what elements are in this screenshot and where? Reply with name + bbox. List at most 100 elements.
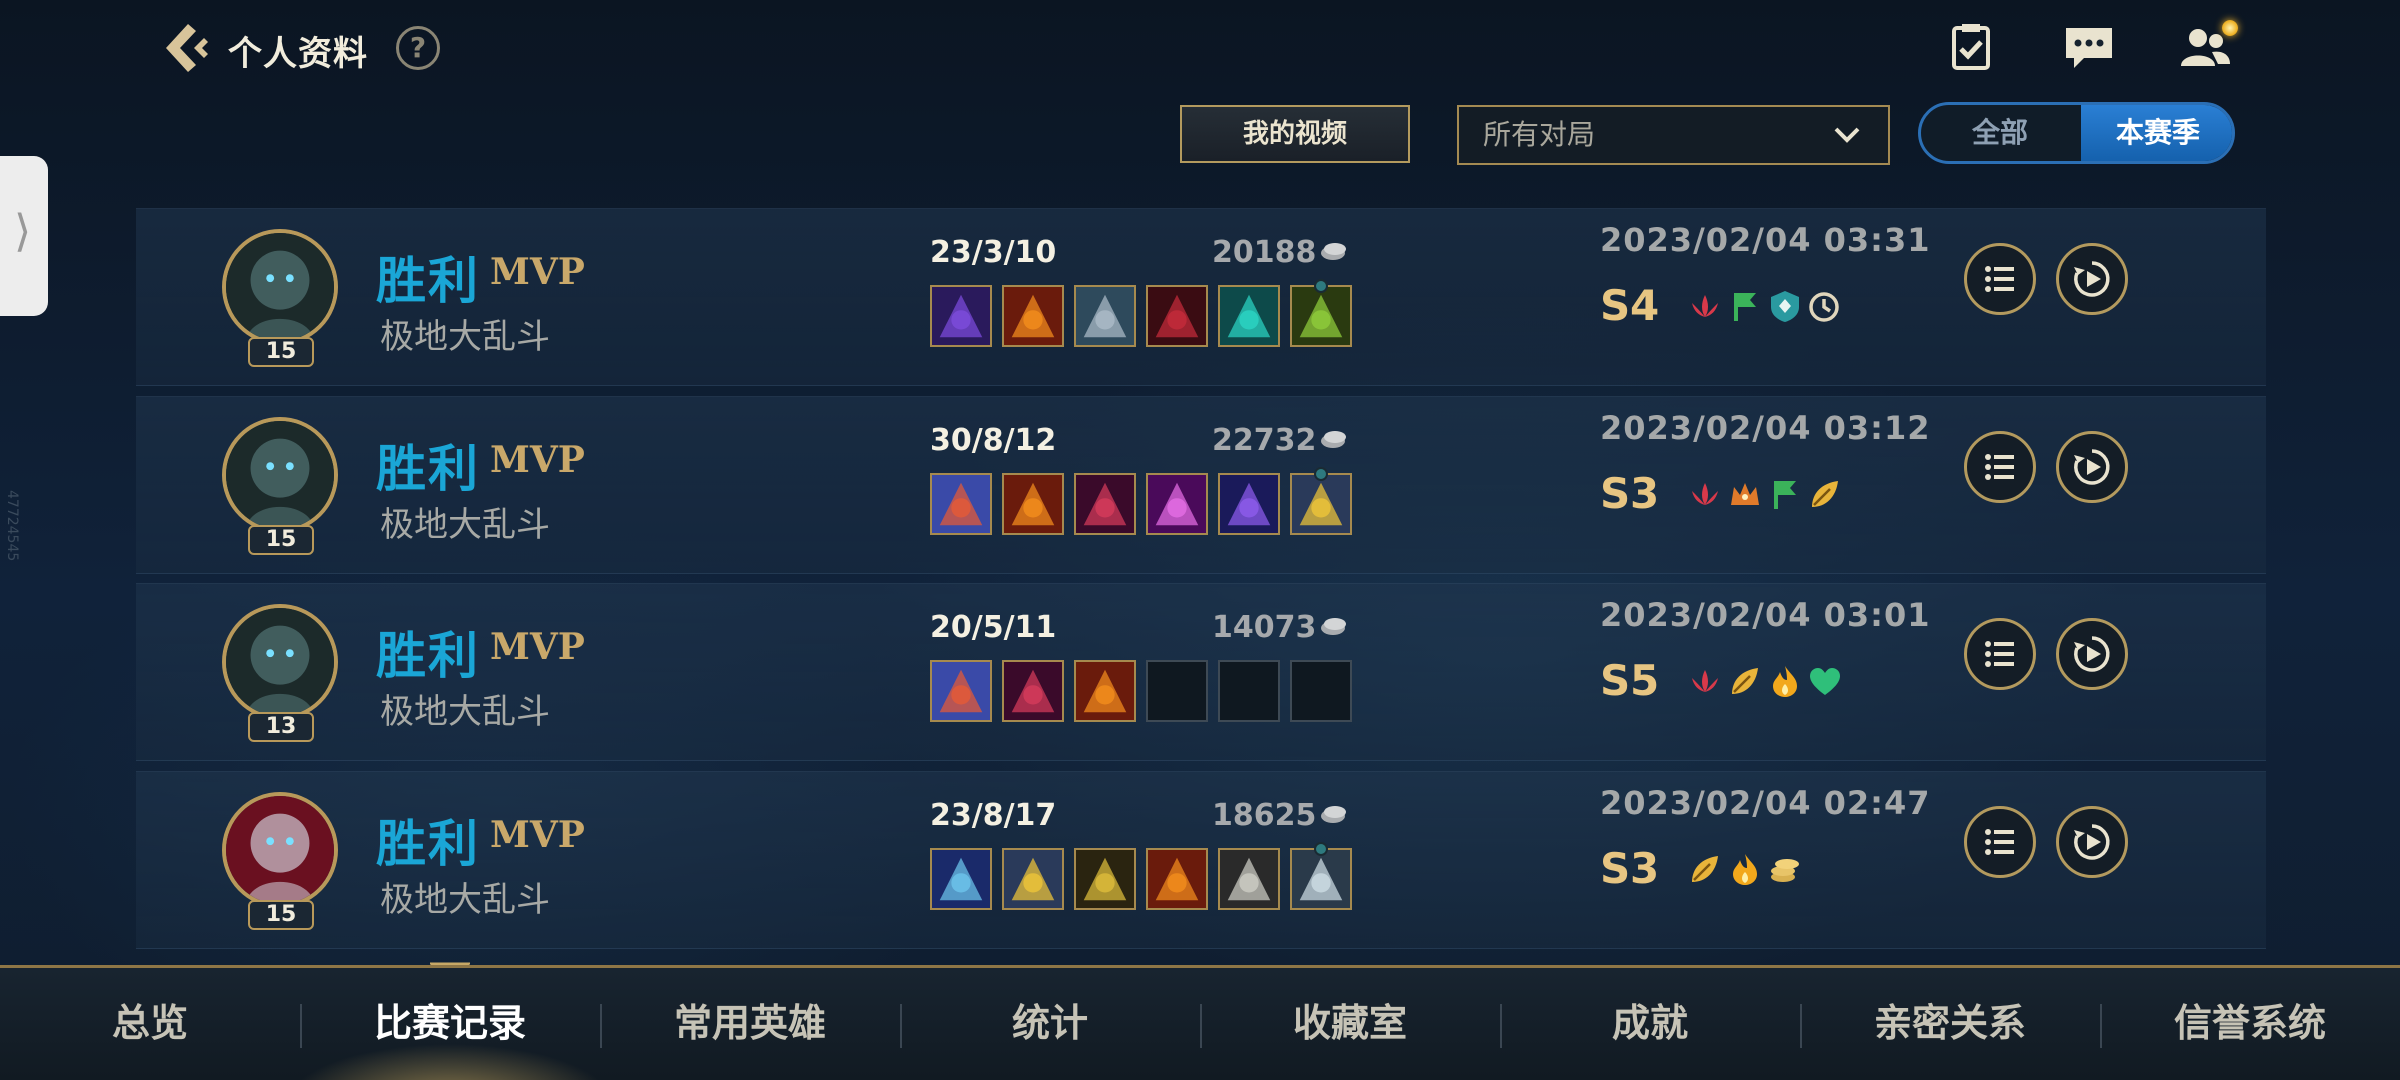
nav-tab[interactable]: 统计 [900, 968, 1200, 1080]
flag-icon[interactable] [1726, 287, 1764, 325]
replay-button[interactable] [2056, 431, 2128, 503]
match-details-button[interactable] [1964, 431, 2036, 503]
list-icon [1985, 266, 2014, 292]
task-checklist-icon[interactable] [1944, 22, 1998, 72]
match-result: 胜利 [376, 440, 480, 498]
nav-tab[interactable]: 信誉系统 [2100, 968, 2400, 1080]
nav-tab[interactable]: 常用英雄 [600, 968, 900, 1080]
champion-avatar[interactable] [222, 604, 338, 720]
item-icon[interactable] [1002, 848, 1064, 910]
match-row[interactable]: 13 胜利 MVP 极地大乱斗 20/5/11 14073 2023/02/04… [136, 583, 2266, 761]
item-icon[interactable] [1074, 848, 1136, 910]
champion-avatar[interactable] [222, 792, 338, 908]
timer-icon[interactable] [1806, 287, 1844, 325]
empty-item-slot[interactable] [1290, 660, 1352, 722]
lotus-icon[interactable] [1686, 662, 1724, 700]
leaf-icon[interactable] [1726, 662, 1764, 700]
nav-divider [2100, 1004, 2102, 1048]
item-icon[interactable] [1074, 285, 1136, 347]
flame-icon[interactable] [1766, 662, 1804, 700]
gold-earned: 20188 [1212, 235, 1317, 270]
replay-button[interactable] [2056, 806, 2128, 878]
item-icon[interactable] [1146, 285, 1208, 347]
empty-item-slot[interactable] [1218, 660, 1280, 722]
toggle-all[interactable]: 全部 [1921, 105, 2079, 161]
match-row[interactable]: 15 胜利 MVP 极地大乱斗 30/8/12 22732 2023/02/04… [136, 396, 2266, 574]
nav-tab[interactable]: 亲密关系 [1800, 968, 2100, 1080]
my-videos-button[interactable]: 我的视频 [1180, 105, 1410, 163]
nav-tab[interactable]: 比赛记录 [300, 968, 600, 1080]
nav-tab[interactable]: 收藏室 [1200, 968, 1500, 1080]
item-icon[interactable] [930, 285, 992, 347]
trinket-marker [1314, 842, 1328, 856]
item-icon[interactable] [1218, 473, 1280, 535]
shield-icon[interactable] [1766, 287, 1804, 325]
match-details-button[interactable] [1964, 806, 2036, 878]
item-icon[interactable] [1146, 473, 1208, 535]
empty-item-slot[interactable] [1146, 660, 1208, 722]
game-mode: 极地大乱斗 [380, 505, 550, 545]
leaf-icon[interactable] [1686, 850, 1724, 888]
item-gold-icon [1292, 475, 1350, 533]
item-target-icon [932, 662, 990, 720]
item-fire-icon [1004, 287, 1062, 345]
match-row[interactable]: 15 胜利 MVP 极地大乱斗 23/8/17 18625 2023/02/04… [136, 771, 2266, 949]
nav-tab[interactable]: 成就 [1500, 968, 1800, 1080]
item-icon[interactable] [1290, 285, 1352, 347]
crown-icon[interactable] [1726, 475, 1764, 513]
flame-icon[interactable] [1726, 850, 1764, 888]
item-icon[interactable] [1218, 285, 1280, 347]
mvp-label: MVP [490, 439, 585, 481]
replay-icon [2074, 824, 2110, 860]
item-icon[interactable] [1002, 660, 1064, 722]
page-title: 个人资料 [228, 34, 368, 74]
item-icon[interactable] [1146, 848, 1208, 910]
match-details-button[interactable] [1964, 618, 2036, 690]
list-icon [1985, 829, 2014, 855]
chat-icon[interactable] [2062, 22, 2116, 72]
flag-icon[interactable] [1766, 475, 1804, 513]
champion-avatar[interactable] [222, 229, 338, 345]
mvp-label: MVP [490, 814, 585, 856]
match-details-button[interactable] [1964, 243, 2036, 315]
match-row[interactable]: 15 胜利 MVP 极地大乱斗 23/3/10 20188 2023/02/04… [136, 208, 2266, 386]
item-icon[interactable] [1074, 473, 1136, 535]
nav-divider [1800, 1004, 1802, 1048]
item-pink-icon [1148, 475, 1206, 533]
toggle-current-season[interactable]: 本赛季 [2081, 105, 2232, 161]
match-grade: S [1600, 469, 1631, 518]
coins-icon[interactable] [1766, 850, 1804, 888]
item-icon[interactable] [1002, 473, 1064, 535]
lotus-icon[interactable] [1686, 475, 1724, 513]
lotus-icon[interactable] [1686, 287, 1724, 325]
heart-icon[interactable] [1806, 662, 1844, 700]
item-icon[interactable] [1290, 473, 1352, 535]
item-icon[interactable] [1074, 660, 1136, 722]
kda-score: 30/8/12 [930, 423, 1057, 458]
champion-avatar[interactable] [222, 417, 338, 533]
leaf-icon[interactable] [1806, 475, 1844, 513]
chevron-down-icon [1834, 127, 1860, 143]
match-filter-dropdown[interactable]: 所有对局 [1457, 105, 1890, 165]
game-mode: 极地大乱斗 [380, 692, 550, 732]
replay-button[interactable] [2056, 243, 2128, 315]
watermark-id: 47724545 [4, 490, 20, 562]
help-icon[interactable]: ? [396, 26, 440, 70]
item-icon[interactable] [1218, 848, 1280, 910]
back-icon[interactable] [156, 18, 216, 78]
item-icon[interactable] [930, 848, 992, 910]
item-icon[interactable] [930, 660, 992, 722]
item-gold-icon [1004, 850, 1062, 908]
gold-coin-icon [1321, 618, 1346, 635]
side-drawer-handle[interactable]: ⟩ [0, 156, 48, 316]
item-armor-icon [1292, 850, 1350, 908]
item-fire-icon [1148, 850, 1206, 908]
season-toggle: 全部 本赛季 [1918, 102, 2235, 164]
match-result: 胜利 [376, 815, 480, 873]
replay-button[interactable] [2056, 618, 2128, 690]
item-icon[interactable] [1290, 848, 1352, 910]
item-icon[interactable] [930, 473, 992, 535]
replay-icon [2074, 636, 2110, 672]
item-icon[interactable] [1002, 285, 1064, 347]
nav-tab[interactable]: 总览 [0, 968, 300, 1080]
